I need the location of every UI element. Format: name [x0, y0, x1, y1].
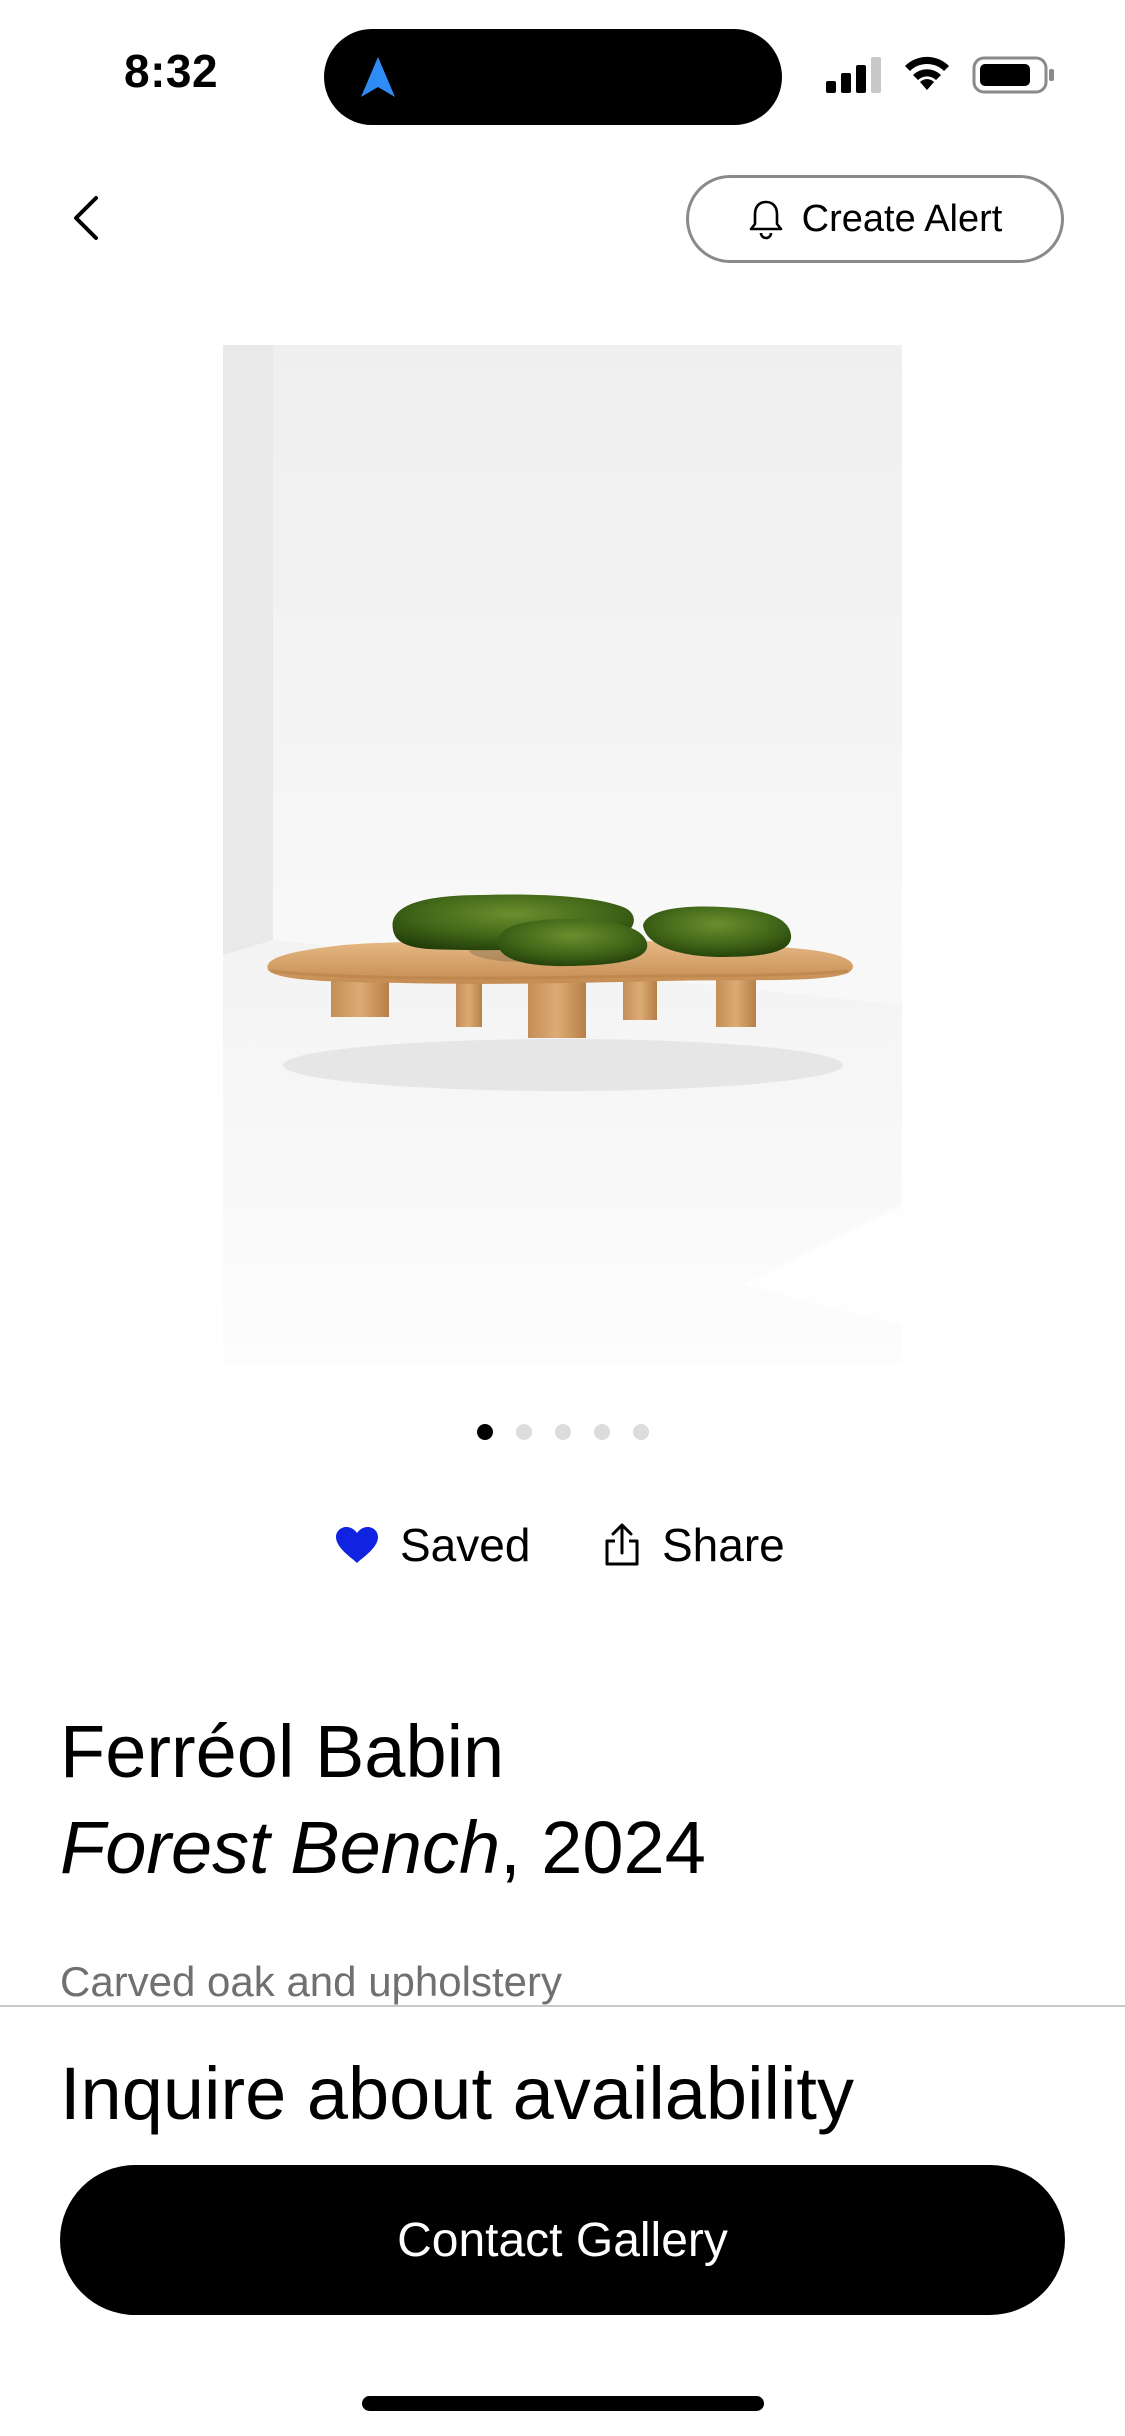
pagination-dot[interactable] — [516, 1424, 532, 1440]
artist-name[interactable]: Ferréol Babin — [60, 1704, 504, 1800]
inquiry-bottom-sheet: Inquire about availability Contact Galle… — [0, 2005, 1125, 2436]
home-indicator[interactable] — [362, 2396, 764, 2411]
artwork-screen: 8:32 Create Alert Saved Share Ferréol Ba… — [0, 0, 1125, 2436]
artwork-actions: Saved Share — [0, 1510, 1125, 1580]
share-button[interactable]: Share — [604, 1510, 785, 1580]
create-alert-label: Create Alert — [801, 197, 1003, 240]
create-alert-button[interactable]: Create Alert — [686, 175, 1064, 263]
dynamic-island — [324, 29, 782, 125]
artwork-year: , 2024 — [500, 1806, 706, 1889]
inquire-heading: Inquire about availability — [60, 2052, 854, 2135]
status-time: 8:32 — [124, 45, 219, 97]
forest-bench-photo — [223, 345, 902, 1365]
artwork-title: Forest Bench — [60, 1806, 501, 1889]
contact-gallery-button[interactable]: Contact Gallery — [60, 2165, 1065, 2315]
wifi-icon — [905, 56, 949, 90]
artwork-image[interactable] — [223, 345, 902, 1365]
artwork-medium: Carved oak and upholstery — [60, 1958, 562, 2005]
cellular-signal-icon — [826, 57, 881, 93]
location-arrow-icon — [361, 57, 395, 97]
share-icon — [605, 1523, 639, 1566]
bell-icon — [749, 200, 782, 240]
contact-gallery-label: Contact Gallery — [397, 2213, 728, 2267]
saved-label: Saved — [400, 1519, 531, 1571]
share-label: Share — [662, 1519, 785, 1571]
image-pagination[interactable] — [477, 1424, 649, 1440]
saved-button[interactable]: Saved — [334, 1510, 530, 1580]
pagination-dot[interactable] — [594, 1424, 610, 1440]
battery-icon — [972, 56, 1054, 94]
pagination-dot-active[interactable] — [477, 1424, 493, 1440]
heart-filled-icon — [336, 1527, 378, 1563]
pagination-dot[interactable] — [633, 1424, 649, 1440]
pagination-dot[interactable] — [555, 1424, 571, 1440]
artwork-title-line: Forest Bench, 2024 — [60, 1800, 706, 1896]
back-button[interactable] — [58, 190, 114, 246]
chevron-left-icon — [74, 196, 98, 240]
